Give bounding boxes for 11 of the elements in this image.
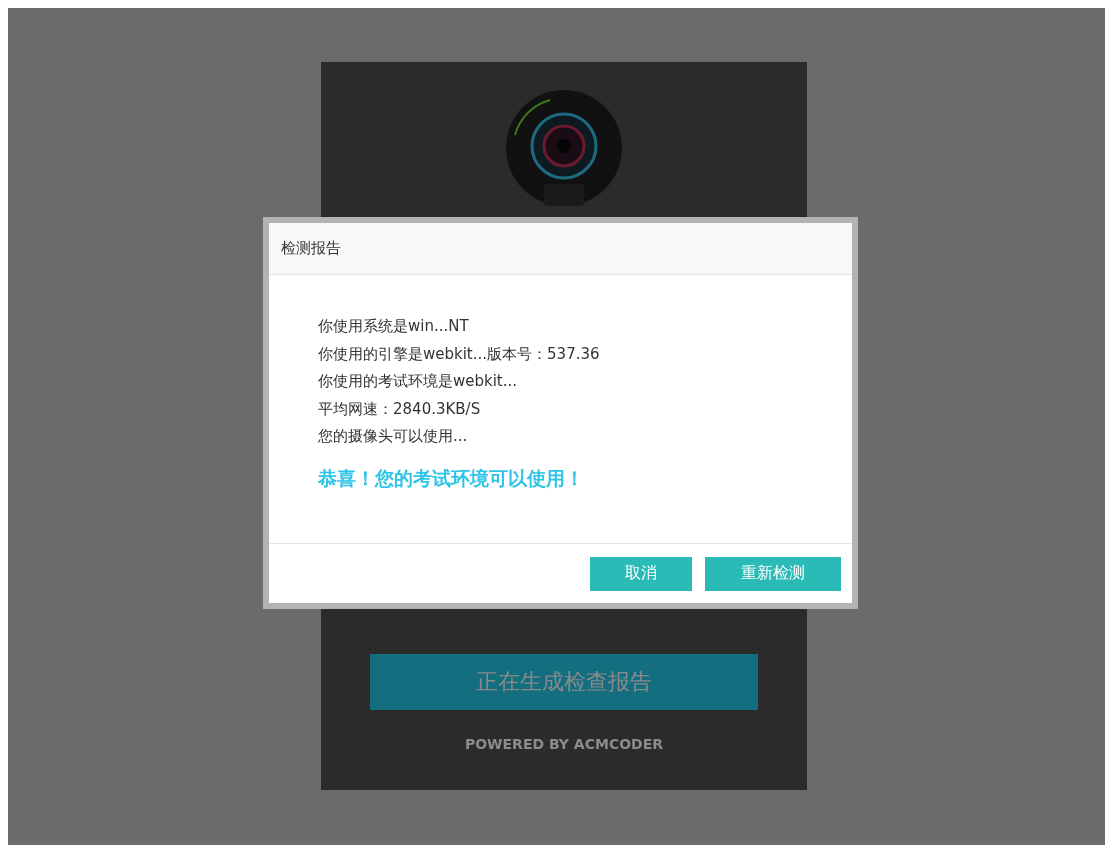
success-message: 恭喜！您的考试环境可以使用！ [318,465,585,491]
progress-button[interactable]: 正在生成检查报告 [370,654,758,710]
cancel-button[interactable]: 取消 [590,556,692,591]
report-line: 您的摄像头可以使用... [318,426,469,447]
report-line: 你使用的考试环境是webkit... [318,371,519,392]
report-line: 你使用系统是win...NT [318,316,470,337]
dialog-title: 检测报告 [281,239,341,258]
report-line: 平均网速：2840.3KB/S [318,398,482,420]
powered-by-text: POWERED BY ACMCODER [464,736,664,752]
recheck-button[interactable]: 重新检测 [705,556,841,591]
report-line: 你使用的引擎是webkit...版本号：537.36 [318,343,601,365]
